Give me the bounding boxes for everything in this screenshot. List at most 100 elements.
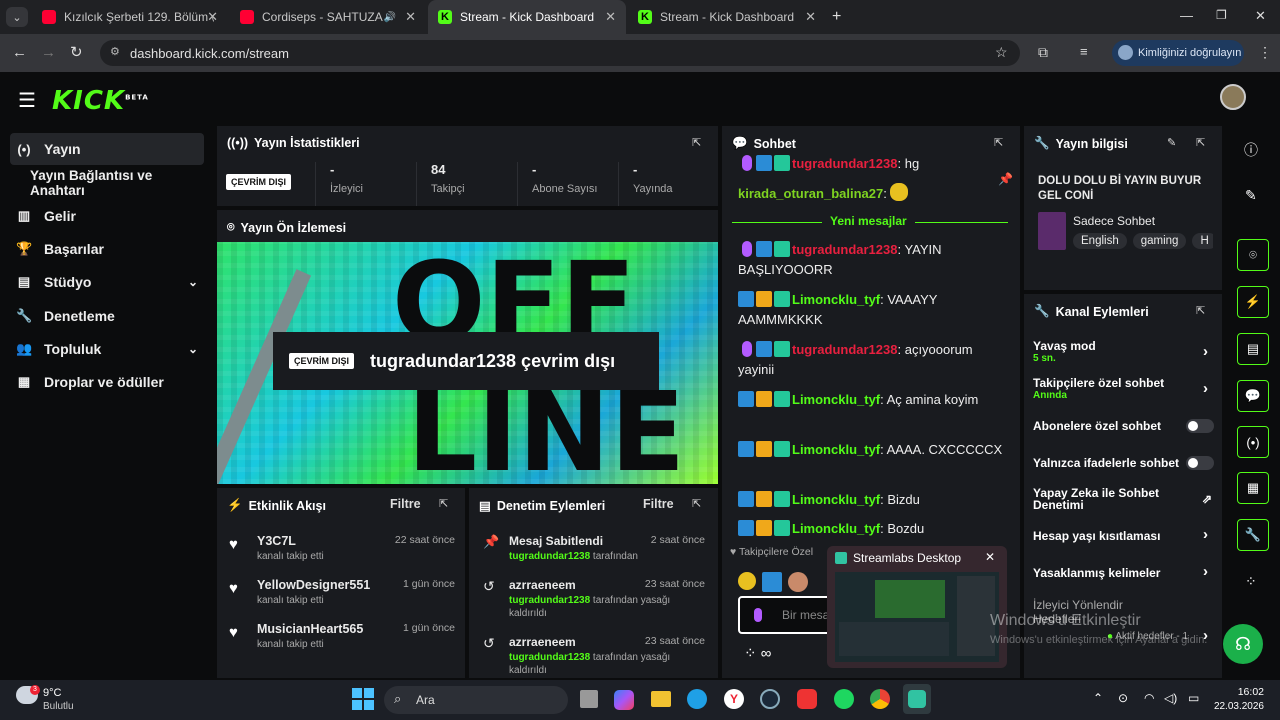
chat-username[interactable]: tugradundar1238	[792, 242, 897, 257]
sidebar-item-droplar[interactable]: ▦ Droplar ve ödüller	[10, 366, 204, 398]
tag[interactable]: gaming	[1132, 233, 1187, 249]
browser-tab-active[interactable]: K Stream - Kick Dashboard ✕	[428, 0, 626, 34]
app-icon[interactable]	[797, 689, 817, 709]
reload-icon[interactable]: ↻	[70, 43, 83, 61]
emote-icon[interactable]	[738, 572, 756, 590]
camera-icon[interactable]: ⌾	[1237, 239, 1269, 271]
popout-icon[interactable]: ⇱	[1196, 304, 1205, 317]
copilot-icon[interactable]	[614, 690, 634, 710]
popout-icon[interactable]: ⇱	[439, 497, 448, 510]
bolt-icon[interactable]: ⚡	[1237, 286, 1269, 318]
forward-icon[interactable]: →	[41, 44, 56, 61]
chrome-icon[interactable]	[870, 689, 890, 709]
emote-icon[interactable]	[762, 572, 782, 592]
filter-button[interactable]: Filtre	[643, 497, 674, 511]
kick-logo[interactable]: KICKBETA	[52, 86, 149, 116]
hamburger-menu-icon[interactable]: ☰	[18, 88, 36, 113]
wifi-icon[interactable]: ◠	[1144, 691, 1154, 705]
sidebar-item-denetleme[interactable]: 🔧 Denetleme	[10, 300, 204, 332]
close-icon[interactable]: ✕	[805, 9, 816, 25]
external-link-icon[interactable]: ⇗	[1202, 492, 1212, 506]
clock-date[interactable]: 22.03.2026	[1208, 701, 1264, 712]
chat-username[interactable]: Limoncklu_tyf	[792, 521, 880, 536]
edge-icon[interactable]	[687, 689, 707, 709]
speaker-icon[interactable]: 🔊	[384, 12, 396, 23]
chevron-up-icon[interactable]: ⌃	[1093, 691, 1103, 705]
volume-icon[interactable]: ◁)	[1164, 691, 1177, 705]
close-window-icon[interactable]: ✕	[1255, 8, 1266, 24]
media-control-icon[interactable]: ≡	[1080, 44, 1088, 59]
chat-username[interactable]: Limoncklu_tyf	[792, 442, 880, 457]
popout-icon[interactable]: ⇱	[692, 136, 701, 149]
support-headset-icon[interactable]: ☊	[1223, 624, 1263, 664]
bookmark-star-icon[interactable]: ☆	[995, 44, 1008, 61]
wrench-icon[interactable]: 🔧	[1237, 519, 1269, 551]
layout-icon[interactable]: ▦	[1237, 472, 1269, 504]
emote-only-toggle[interactable]	[1186, 456, 1214, 470]
chevron-right-icon[interactable]: ›	[1203, 526, 1208, 543]
close-icon[interactable]: ✕	[605, 9, 616, 25]
close-icon[interactable]: ✕	[985, 550, 995, 564]
chat-input[interactable]: Bir mesaj	[738, 596, 838, 634]
new-tab-icon[interactable]: +	[832, 8, 841, 26]
close-icon[interactable]: ✕	[405, 9, 416, 25]
filter-button[interactable]: Filtre	[390, 497, 421, 511]
browser-tab[interactable]: K Stream - Kick Dashboard ✕	[628, 0, 826, 34]
sidebar-item-stream-key[interactable]: Yayın Bağlantısı ve Anahtarı	[10, 167, 204, 199]
streamlabs-taskbar-button[interactable]	[903, 684, 931, 714]
user-avatar[interactable]	[1220, 84, 1246, 110]
channel-row-banned-words[interactable]: Yasaklanmış kelimeler	[1033, 566, 1160, 580]
streamlabs-preview-popup[interactable]: Streamlabs Desktop ✕	[827, 546, 1007, 668]
chat-bubble-icon[interactable]: 💬	[1237, 380, 1269, 412]
subscribers-only-toggle[interactable]	[1186, 419, 1214, 433]
browser-menu-icon[interactable]: ⋮	[1258, 44, 1272, 61]
windows-start-icon[interactable]	[352, 688, 374, 710]
channel-row-ai-moderation[interactable]: Yapay Zeka ile Sohbet Denetimi	[1033, 487, 1183, 511]
popout-icon[interactable]: ⇱	[994, 136, 1003, 149]
popout-icon[interactable]: ⇱	[692, 497, 701, 510]
chevron-right-icon[interactable]: ›	[1203, 563, 1208, 580]
battery-icon[interactable]: ▭	[1188, 691, 1199, 705]
sidebar-item-topluluk[interactable]: 👥 Topluluk ⌄	[10, 333, 204, 365]
document-icon[interactable]: ▤	[1237, 333, 1269, 365]
file-explorer-icon[interactable]	[651, 691, 671, 707]
popout-icon[interactable]: ⇱	[1196, 136, 1205, 149]
maximize-icon[interactable]: ❐	[1216, 8, 1227, 22]
tag[interactable]: English	[1073, 233, 1127, 249]
minimize-icon[interactable]: —	[1180, 8, 1193, 23]
chat-username[interactable]: Limoncklu_tyf	[792, 292, 880, 307]
channel-row-account-age[interactable]: Hesap yaşı kısıtlaması	[1033, 529, 1160, 543]
back-icon[interactable]: ←	[12, 44, 27, 61]
extensions-icon[interactable]: ⧉	[1038, 44, 1048, 61]
emote-icon[interactable]	[788, 572, 808, 592]
steam-icon[interactable]	[760, 689, 780, 709]
verify-identity-button[interactable]: Kimliğinizi doğrulayın	[1112, 40, 1244, 66]
sidebar-item-studyo[interactable]: ▤ Stüdyo ⌄	[10, 266, 204, 298]
sidebar-item-basarilar[interactable]: 🏆 Başarılar	[10, 233, 204, 265]
task-view-icon[interactable]	[580, 690, 598, 708]
tray-icon[interactable]: ⊙	[1118, 691, 1128, 705]
url-field[interactable]: ⚙ dashboard.kick.com/stream ☆	[100, 40, 1020, 66]
browser-tab[interactable]: Cordiseps - SAHTUZA - You 🔊 ✕	[230, 0, 426, 34]
sidebar-item-gelir[interactable]: ▥ Gelir	[10, 200, 204, 232]
clock-time[interactable]: 16:02	[1212, 686, 1264, 698]
broadcast-icon[interactable]: (•)	[1237, 426, 1269, 458]
taskbar-search[interactable]: ⌕ Ara	[384, 686, 568, 714]
chat-username[interactable]: Limoncklu_tyf	[792, 492, 880, 507]
chat-username[interactable]: kirada_oturan_balina27	[738, 186, 883, 201]
spotify-icon[interactable]	[834, 689, 854, 709]
info-icon[interactable]: ⓘ	[1244, 140, 1258, 160]
tag[interactable]: H	[1192, 233, 1213, 249]
tab-search-icon[interactable]: ⌄	[6, 7, 28, 27]
chat-username[interactable]: tugradundar1238	[792, 156, 897, 171]
channel-row-followers-only[interactable]: Takipçilere özel sohbet Anında	[1033, 376, 1164, 401]
sidebar-item-yayin[interactable]: (•) Yayın	[10, 133, 204, 165]
channel-row-slow-mode[interactable]: Yavaş mod 5 sn.	[1033, 339, 1096, 364]
chevron-right-icon[interactable]: ›	[1203, 380, 1208, 397]
close-icon[interactable]: ✕	[207, 9, 218, 25]
chevron-right-icon[interactable]: ›	[1203, 343, 1208, 360]
chat-settings-icon[interactable]: ⁘ ∞	[744, 644, 771, 662]
yandex-icon[interactable]: Y	[724, 689, 744, 709]
apps-icon[interactable]: ⁘	[1245, 573, 1257, 590]
browser-tab[interactable]: Kızılcık Şerbeti 129. Bölüm @sh ✕	[32, 0, 228, 34]
